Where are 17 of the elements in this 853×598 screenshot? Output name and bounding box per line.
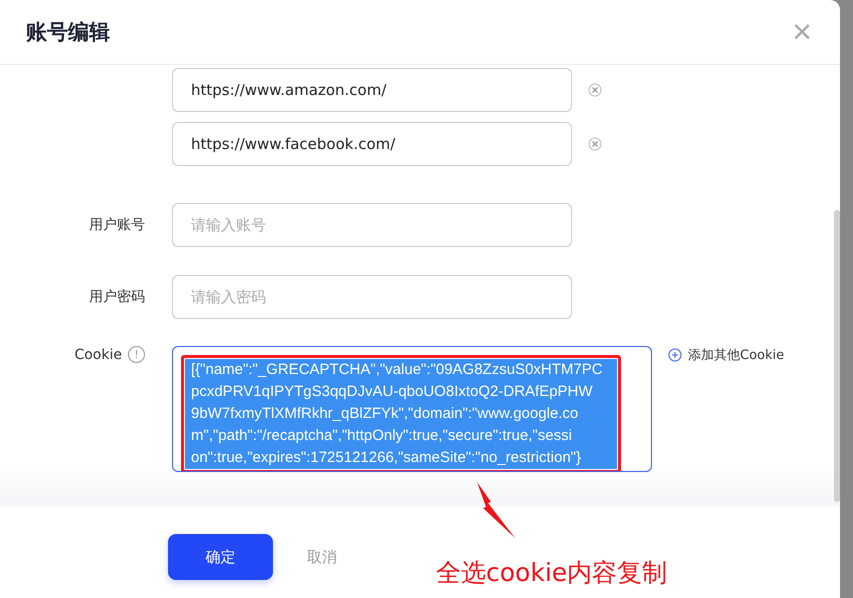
scrollbar[interactable] [834, 210, 840, 502]
clear-icon[interactable] [588, 83, 602, 97]
input-field[interactable]: 请输入账号 [172, 203, 572, 247]
cookie-text: [{"name":"_GRECAPTCHA","value":"09AG8ZzsuS0xHTM7PC pcxdPRV1qIPYTgS3qqDJvAU-qboUO8IxtoQ2-DRAfEpPHW 9bW7fxmyTlXMfRkhr_qBlZFYk","domain":"www.google.co m","path":"/recaptcha","httpOnly":true,"secure":true,"sessi on":true,"expires":1725121266,"sameSite":"no_restriction"} [185, 359, 617, 469]
add-cookie-link[interactable]: 添加其他Cookie [668, 346, 784, 364]
input-field[interactable]: 请输入密码 [172, 275, 572, 319]
url-field[interactable]: https://www.facebook.com/ [172, 122, 572, 166]
cookie-textarea[interactable] [172, 346, 652, 472]
clear-icon[interactable] [588, 137, 602, 151]
field-label: 用户账号 [89, 216, 145, 234]
dialog-title: 账号编辑 [26, 19, 110, 46]
annotation-text: 全选cookie内容复制 [436, 557, 668, 589]
url-field[interactable]: https://www.amazon.com/ [172, 68, 572, 112]
plus-icon [668, 348, 682, 362]
field-label: 用户密码 [89, 288, 145, 306]
confirm-button[interactable]: 确定 [168, 534, 273, 580]
field-label: Cookie [74, 346, 122, 362]
